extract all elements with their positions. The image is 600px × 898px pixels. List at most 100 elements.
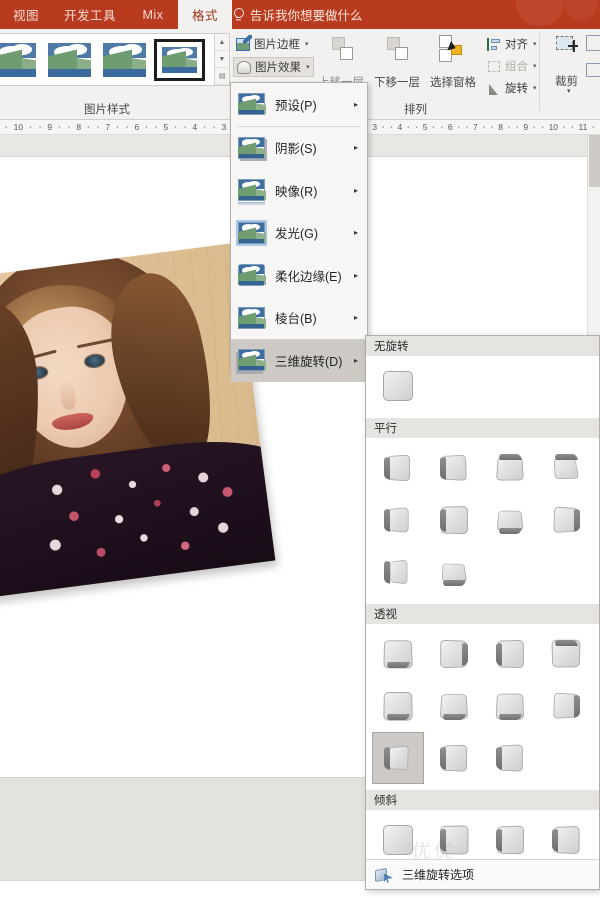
rotation-preset-thumb[interactable] [540,442,592,494]
rotate-label: 旋转 [505,80,528,96]
shadow-effect-icon [238,137,265,159]
gallery-scroll-up-button[interactable]: ▲ [215,34,229,51]
rotation-preset-thumb[interactable] [372,680,424,732]
lightbulb-icon [233,8,244,21]
shape-width-field[interactable] [586,63,600,77]
bring-forward-icon[interactable] [330,35,366,69]
rotation-preset-thumb[interactable] [428,680,480,732]
rotation-preset-icon [439,825,469,855]
rotate-button[interactable]: 旋转 ▾ [484,79,540,97]
rotation-preset-icon [551,639,581,669]
chevron-down-icon[interactable]: ▾ [533,40,537,48]
chevron-right-icon: ▸ [354,228,358,237]
rotation-3d-gallery[interactable]: 无旋转 平行 透视 倾斜 三维旋转选项 [365,335,600,890]
gallery-scroll-down-button[interactable]: ▼ [215,51,229,68]
chevron-down-icon[interactable]: ▾ [305,40,309,48]
send-backward-icon[interactable] [385,35,421,69]
gallery-section-grid-parallel[interactable] [366,438,599,604]
rotation-preset-thumb[interactable] [372,628,424,680]
picture-style-thumb[interactable] [46,41,93,79]
picture-style-thumb[interactable] [101,41,148,79]
rotation-preset-thumb[interactable] [372,442,424,494]
scroll-thumb-upper[interactable] [589,135,600,187]
rotation-preset-thumb[interactable] [428,442,480,494]
menu-item-soft-edges[interactable]: 柔化边缘(E) ▸ [231,254,367,297]
rotation-preset-thumb[interactable] [484,442,536,494]
send-backward-label[interactable]: 下移一层 [374,74,420,90]
ruler-tick: ꞏ [95,122,102,133]
rotation-preset-thumb[interactable] [428,732,480,784]
ruler-tick: ꞏ [405,122,412,133]
section-title: 倾斜 [374,792,397,808]
chevron-down-icon: ▾ [533,62,537,70]
ruler-tick: ꞏ [172,122,179,133]
preset-effect-icon [238,93,265,115]
shape-height-field[interactable] [586,35,600,51]
tab-view[interactable]: 视图 [0,0,52,29]
gallery-section-header-perspective: 透视 [366,604,599,624]
gallery-more-button[interactable]: ▤ [215,68,229,85]
chevron-right-icon: ▸ [354,313,358,322]
tell-me-box[interactable]: 告诉我你想要做什么 [233,0,363,29]
ruler-number: 4 [397,122,404,132]
rotation-3d-options-button[interactable]: 三维旋转选项 [366,859,599,889]
gallery-section-grid-perspective[interactable] [366,624,599,790]
rotation-preset-thumb[interactable] [540,680,592,732]
rotation-preset-thumb[interactable] [484,494,536,546]
rotation-preset-thumb[interactable] [428,546,480,598]
menu-item-glow[interactable]: 发光(G) ▸ [231,212,367,255]
menu-item-reflection[interactable]: 映像(R) ▸ [231,169,367,212]
picture-style-thumb-selected[interactable] [156,41,203,79]
menu-item-shadow[interactable]: 阴影(S) ▸ [231,127,367,170]
horizontal-ruler-right[interactable]: ꞏ3ꞏꞏ4ꞏꞏ5ꞏꞏ6ꞏꞏ7ꞏꞏ8ꞏꞏ9ꞏꞏ10ꞏꞏ11ꞏ [360,120,600,135]
menu-item-preset[interactable]: 预设(P) ▸ [231,83,367,126]
rotation-preset-thumb[interactable] [372,360,424,412]
chevron-down-icon[interactable]: ▾ [533,84,537,92]
chevron-right-icon: ▸ [354,143,358,152]
picture-styles-gallery[interactable]: ▲ ▼ ▤ [0,33,230,86]
picture-style-thumb[interactable] [0,41,38,79]
ruler-tick: ꞏ [211,122,218,133]
rotation-preset-thumb[interactable] [372,546,424,598]
picture-effects-button[interactable]: 图片效果 ▾ [233,57,314,77]
align-button[interactable]: 对齐 ▾ [484,35,540,53]
menu-item-3d-rotation[interactable]: 三维旋转(D) ▸ [231,339,367,382]
ruler-tick: ꞏ [114,122,121,133]
ruler-number: 11 [577,122,588,132]
chevron-right-icon: ▸ [354,356,358,365]
crop-icon[interactable] [553,34,583,64]
chevron-down-icon[interactable]: ▾ [306,63,310,71]
menu-item-label: 映像(R) [275,181,317,200]
picture-border-button[interactable]: 图片边框 ▾ [233,35,312,53]
rotation-preset-thumb[interactable] [428,494,480,546]
ruler-tick: ꞏ [531,122,538,133]
rotation-preset-thumb[interactable] [484,732,536,784]
rotation-preset-thumb[interactable] [540,494,592,546]
rotation-preset-icon [551,825,581,855]
rotation-preset-thumb[interactable] [484,628,536,680]
account-avatar-decoration-2 [564,0,598,20]
group-icon [487,60,501,73]
rotation-preset-thumb[interactable] [428,628,480,680]
group-label: 组合 [505,58,528,74]
ruler-tick: ꞏ [455,122,462,133]
tab-developer[interactable]: 开发工具 [52,0,128,29]
selection-pane-label[interactable]: 选择窗格 [430,74,476,90]
rotation-preset-icon [439,453,469,483]
rotation-preset-thumb[interactable] [372,494,424,546]
ruler-tick: ꞏ [514,122,521,133]
picture-effects-menu[interactable]: 预设(P) ▸ 阴影(S) ▸ 映像(R) ▸ 发光(G) ▸ 柔化边缘(E) … [230,82,368,370]
crop-chevron-down-icon[interactable]: ▾ [567,87,571,95]
ruler-number: 7 [472,122,479,132]
rotation-preset-thumb[interactable] [484,680,536,732]
gallery-section-grid-no-rotation[interactable] [366,356,599,418]
gallery-scrollbar[interactable]: ▲ ▼ ▤ [214,34,229,85]
tab-mix[interactable]: Mix [128,0,178,29]
tab-format[interactable]: 格式 [178,0,232,29]
horizontal-ruler-left[interactable]: ꞏ10ꞏꞏ9ꞏꞏ8ꞏꞏ7ꞏꞏ6ꞏꞏ5ꞏꞏ4ꞏꞏ3ꞏ [0,120,240,135]
selection-pane-icon[interactable] [437,34,473,70]
ruler-tick: ꞏ [539,122,546,133]
menu-item-bevel[interactable]: 棱台(B) ▸ [231,297,367,340]
rotation-preset-thumb-selected[interactable] [372,732,424,784]
rotation-preset-thumb[interactable] [540,628,592,680]
